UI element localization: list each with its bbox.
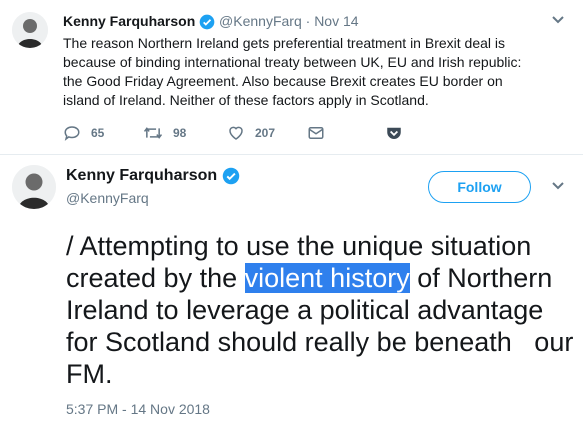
envelope-icon — [308, 127, 324, 139]
verified-badge-icon — [222, 167, 240, 185]
retweet-button[interactable]: 98 — [143, 124, 186, 142]
retweet-count: 98 — [173, 126, 187, 140]
display-name[interactable]: Kenny Farquharson — [66, 167, 217, 184]
follow-button[interactable]: Follow — [428, 171, 531, 203]
retweet-icon — [143, 127, 163, 139]
pocket-button[interactable] — [385, 124, 413, 142]
separator: · — [305, 13, 311, 29]
reply-button[interactable]: 65 — [63, 124, 104, 142]
avatar[interactable] — [12, 12, 48, 48]
handle[interactable]: @KennyFarq — [66, 190, 149, 206]
heart-icon — [229, 126, 243, 140]
like-button[interactable]: 207 — [227, 124, 275, 142]
tweet-text: The reason Northern Ireland gets prefere… — [63, 35, 522, 108]
tweet-header: Kenny Farquharson @KennyFarq · Nov 14 — [63, 13, 359, 30]
verified-badge-icon — [199, 14, 215, 30]
reply-icon — [64, 126, 80, 141]
reply-count: 65 — [91, 126, 105, 140]
tweet-text: / Attempting to use the unique situation… — [66, 230, 576, 390]
selected-text[interactable]: violent history — [244, 263, 410, 293]
chevron-down-icon[interactable] — [551, 15, 565, 25]
like-count: 207 — [255, 126, 276, 140]
author-name-row: Kenny Farquharson — [66, 167, 240, 185]
divider — [0, 154, 583, 155]
display-name[interactable]: Kenny Farquharson — [63, 13, 195, 29]
handle[interactable]: @KennyFarq — [219, 13, 302, 29]
message-button[interactable] — [307, 124, 335, 142]
tweet-actions: 65 98 207 — [63, 124, 403, 144]
tweet-date[interactable]: Nov 14 — [314, 13, 358, 29]
pocket-icon — [387, 127, 401, 139]
avatar[interactable] — [12, 165, 56, 209]
chevron-down-icon[interactable] — [551, 181, 565, 191]
tweet-timestamp[interactable]: 5:37 PM - 14 Nov 2018 — [66, 401, 210, 417]
